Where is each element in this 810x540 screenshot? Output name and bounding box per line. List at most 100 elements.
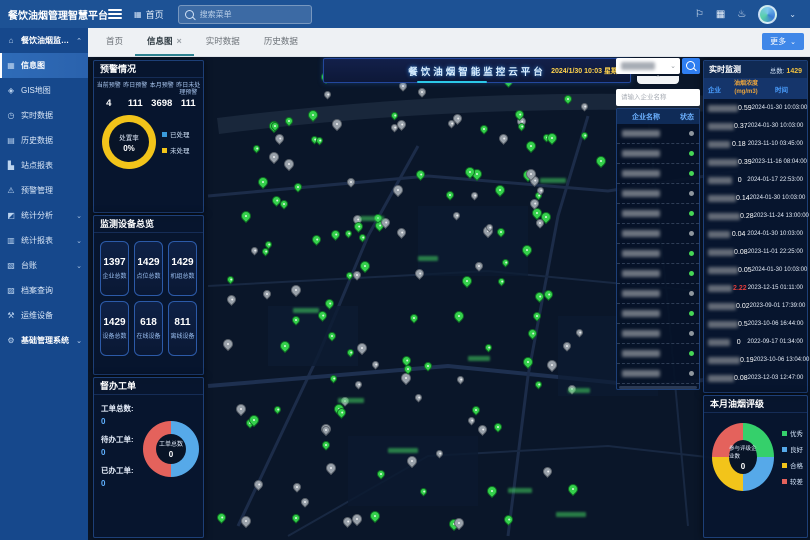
realtime-row[interactable]: 0.392023-11-16 08:04:00 [704, 153, 807, 171]
workorder-panel-title: 督办工单 [94, 378, 203, 395]
sidebar-item-realtime-data[interactable]: ◷实时数据 [0, 103, 88, 128]
history-icon: ▤ [6, 136, 16, 145]
realtime-row[interactable]: 0.082023-12-03 12:47:00 [704, 369, 807, 387]
realtime-row[interactable]: 0.282023-11-24 13:00:00 [704, 207, 807, 225]
density-value: 2.22 [732, 285, 748, 292]
user-avatar[interactable] [758, 5, 777, 24]
realtime-row[interactable]: 02024-01-17 22:53:00 [704, 171, 807, 189]
density-value: 0 [732, 177, 747, 184]
topbar-home-tab[interactable]: ▦ 首页 [134, 8, 164, 21]
realtime-row[interactable]: 0.182023-11-10 03:45:00 [704, 135, 807, 153]
more-button[interactable]: 更多 ⌄ [762, 33, 804, 50]
device-stat-tile: 1397企业总数 [100, 241, 129, 296]
sidebar-item-stats-report[interactable]: ▥统计报表⌄ [0, 228, 88, 253]
sidebar-item-history-data[interactable]: ▤ 历史数据 [0, 128, 88, 153]
company-name-redacted [708, 285, 732, 292]
rating-legend: 优秀良好合格较差 [782, 428, 803, 486]
tab-home[interactable]: 首页 [94, 28, 135, 56]
sidebar-item-info-chart[interactable]: ▦信息图 [0, 53, 88, 78]
realtime-row[interactable]: 02022-09-17 01:34:00 [704, 333, 807, 351]
sidebar-item-label: 历史数据 [21, 135, 53, 146]
apps-grid-icon[interactable]: ▦ [716, 9, 725, 20]
company-row[interactable] [617, 224, 699, 244]
company-row[interactable] [617, 324, 699, 344]
sidebar-item-station-report[interactable]: ▙站点报表 [0, 153, 88, 178]
region-select[interactable]: ⌄ [616, 58, 680, 74]
company-row[interactable] [617, 144, 699, 164]
sidebar-item-stats-analysis[interactable]: ◩统计分析⌄ [0, 203, 88, 228]
company-row[interactable] [617, 184, 699, 204]
company-row[interactable] [617, 164, 699, 184]
realtime-row[interactable]: 2.222023-12-15 01:11:00 [704, 279, 807, 297]
company-row[interactable] [617, 364, 699, 384]
warning-stat: 本月预警3698 [149, 83, 175, 109]
realtime-row[interactable]: 0.052024-01-30 10:03:00 [704, 261, 807, 279]
sidebar-item-device-ops[interactable]: ⚒运维设备 [0, 303, 88, 328]
company-row[interactable] [617, 264, 699, 284]
legend-item: 良好 [782, 444, 803, 454]
reading-time: 2023-11-16 08:04:00 [752, 159, 807, 165]
sidebar-item-ledger[interactable]: ▧台账⌄ [0, 253, 88, 278]
status-dot-online [689, 171, 694, 176]
reading-time: 2024-01-30 10:03:00 [752, 267, 808, 273]
workorder-panel: 督办工单 工单总数:0待办工单:0已办工单:0 工单总数 0 [93, 377, 204, 538]
sidebar-section-main[interactable]: ⌂ 餐饮油烟监控管理系统 ⌃ [0, 28, 88, 53]
company-row[interactable] [617, 124, 699, 144]
map-title: 餐饮油烟智能监控云平台 [408, 64, 546, 78]
density-value: 0.59 [738, 105, 752, 112]
realtime-row[interactable]: 0.082023-11-01 22:25:00 [704, 243, 807, 261]
sidebar-section-base[interactable]: ⚙ 基础管理系统 ⌄ [0, 328, 88, 353]
warning-legend: 已处理未处理 [162, 129, 190, 155]
tab-realtime-data[interactable]: 实时数据 [194, 28, 252, 56]
realtime-total: 总数: 1429 [770, 65, 802, 75]
collapse-handle[interactable]: ⌃ [637, 76, 679, 84]
badge-icon[interactable]: ⚐ [695, 9, 704, 20]
map-datetime: 2024/1/30 10:03 星期二 [551, 66, 625, 76]
reading-time: 2023-10-06 13:04:00 [754, 357, 810, 363]
archive-icon: ▨ [6, 286, 16, 295]
company-row[interactable] [617, 204, 699, 224]
col-company: 企业 [708, 84, 732, 94]
rating-panel: 本月油烟评级 参与评级企业数 0 优秀良好合格较差 [703, 395, 808, 538]
map-icon: ◈ [6, 86, 16, 95]
company-search-button[interactable] [682, 58, 700, 74]
menu-search-input[interactable] [198, 9, 311, 20]
sidebar-item-archive-query[interactable]: ▨档案查询 [0, 278, 88, 303]
company-name-input[interactable] [616, 89, 700, 106]
tab-history-data[interactable]: 历史数据 [252, 28, 310, 56]
density-value: 0.14 [736, 195, 750, 202]
company-name-redacted [708, 249, 734, 256]
company-row[interactable] [617, 284, 699, 304]
realtime-row[interactable]: 0.372024-01-30 10:03:00 [704, 117, 807, 135]
map-place-label-redacted [338, 398, 364, 403]
company-row[interactable] [617, 344, 699, 364]
realtime-row[interactable]: 0.592024-01-30 10:03:00 [704, 99, 807, 117]
flame-icon[interactable]: ♨ [737, 9, 746, 20]
close-icon[interactable]: × [177, 36, 182, 46]
chevron-down-icon[interactable]: ⌄ [789, 10, 796, 19]
station-report-icon: ▙ [6, 161, 16, 170]
workorder-stat: 待办工单:0 [101, 434, 134, 457]
sidebar-item-gis-map[interactable]: ◈GIS地图 [0, 78, 88, 103]
realtime-row[interactable]: 0.52023-10-06 16:44:00 [704, 315, 807, 333]
density-value: 0.04 [730, 231, 747, 238]
menu-toggle-icon[interactable] [108, 9, 122, 19]
status-dot-online [689, 211, 694, 216]
realtime-row[interactable]: 0.142024-01-30 10:03:00 [704, 189, 807, 207]
realtime-row[interactable]: 0.042024-01-30 10:03:00 [704, 225, 807, 243]
reading-time: 2023-11-10 03:45:00 [748, 141, 803, 147]
company-name-redacted [622, 270, 660, 277]
realtime-row[interactable]: 0.022023-09-01 17:39:00 [704, 297, 807, 315]
realtime-row[interactable]: 0.192023-10-06 13:04:00 [704, 351, 807, 369]
legend-swatch [782, 431, 787, 436]
company-name-redacted [708, 339, 730, 346]
tab-info-chart[interactable]: 信息图× [135, 28, 194, 56]
company-row[interactable] [617, 244, 699, 264]
sidebar-item-warning-manage[interactable]: ⚠预警管理 [0, 178, 88, 203]
horizontal-scrollbar[interactable] [619, 386, 697, 389]
company-row[interactable] [617, 304, 699, 324]
company-name-redacted [708, 213, 740, 220]
topbar-search[interactable] [178, 5, 312, 24]
legend-swatch [782, 447, 787, 452]
company-name-redacted [708, 123, 734, 130]
